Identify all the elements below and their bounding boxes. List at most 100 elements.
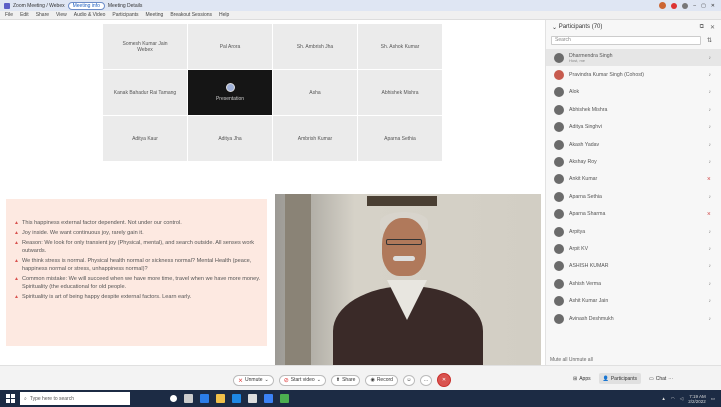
participant-row[interactable]: ASHISH KUMAR ♪: [546, 258, 721, 275]
share-button[interactable]: ⬆ Share: [330, 374, 361, 386]
close-panel-icon[interactable]: ✕: [710, 24, 715, 31]
participant-row[interactable]: Aparna Sharma ⨯: [546, 206, 721, 223]
participant-row[interactable]: Abhishek Mishra ♪: [546, 101, 721, 118]
menu-item[interactable]: Meeting: [146, 12, 164, 18]
mic-icon[interactable]: ♪: [709, 124, 712, 130]
user-avatar[interactable]: [659, 2, 667, 9]
cortana-icon[interactable]: [170, 395, 177, 402]
close-button[interactable]: ✕: [711, 3, 715, 9]
menu-item[interactable]: Participants: [112, 12, 138, 18]
mic-icon[interactable]: ♪: [709, 298, 712, 304]
speaker-glasses: [386, 239, 422, 245]
participant-row[interactable]: Aditya Singhvi ♪: [546, 119, 721, 136]
participant-row[interactable]: Ankit Kumar ⨯: [546, 171, 721, 188]
participant-row[interactable]: Avinash Deshmukh ♪: [546, 310, 721, 327]
more-options-button[interactable]: …: [419, 374, 432, 386]
participant-row[interactable]: Ashish Verma ♪: [546, 275, 721, 292]
edge-icon[interactable]: [200, 394, 209, 403]
video-tile[interactable]: Pal Arora: [188, 24, 272, 69]
video-tile[interactable]: Abhishek Mishra: [358, 70, 442, 115]
notifications-icon[interactable]: ▭: [711, 396, 715, 402]
participant-row[interactable]: Aparna Sethia ♪: [546, 188, 721, 205]
record-button[interactable]: ◉ Record: [365, 374, 398, 386]
mic-icon[interactable]: ♪: [709, 55, 712, 61]
video-tile[interactable]: Asha: [273, 70, 357, 115]
reactions-button[interactable]: ☺: [402, 374, 415, 386]
minimize-button[interactable]: –: [693, 3, 696, 9]
video-tile[interactable]: Aparna Sethia: [358, 116, 442, 161]
maximize-button[interactable]: ▢: [701, 3, 706, 9]
participants-search-input[interactable]: Search: [551, 36, 701, 45]
video-tile[interactable]: Presentation: [188, 70, 272, 115]
start-button[interactable]: [6, 394, 15, 403]
menu-item[interactable]: Help: [219, 12, 229, 18]
participants-button[interactable]: 👤 Participants: [598, 373, 641, 384]
participant-row[interactable]: Arpitya ♪: [546, 223, 721, 240]
mic-icon[interactable]: ♪: [709, 281, 712, 287]
more-icon[interactable]: ⋯: [668, 376, 673, 382]
bullet-point: ▲ This happiness external factor dependen…: [14, 219, 263, 227]
task-view-icon[interactable]: [184, 394, 193, 403]
mail-icon[interactable]: [248, 394, 257, 403]
participants-footer[interactable]: Mute all Unmute all: [550, 357, 593, 363]
chat-button[interactable]: ▭ Chat ⋯: [645, 373, 677, 384]
mic-icon[interactable]: ♪: [709, 316, 712, 322]
menu-item[interactable]: Edit: [20, 12, 29, 18]
video-tile[interactable]: Aditya Kaur: [103, 116, 187, 161]
taskbar-search-input[interactable]: ⌕ Type here to search: [20, 392, 130, 405]
meeting-details-tab[interactable]: Meeting Details: [108, 3, 142, 9]
video-tile[interactable]: Kanak Bahadur Rai Tamang: [103, 70, 187, 115]
video-tile[interactable]: Sh. Ambrish Jha: [273, 24, 357, 69]
meeting-info-tab[interactable]: Meeting info: [67, 1, 105, 10]
participant-row[interactable]: Arpit KV ♪: [546, 240, 721, 257]
mic-icon[interactable]: ♪: [709, 263, 712, 269]
video-tile[interactable]: Ambrish Kumar: [273, 116, 357, 161]
menu-item[interactable]: Audio & Video: [74, 12, 106, 18]
sort-icon[interactable]: ⇅: [707, 37, 712, 44]
participant-name-text: Ankit Kumar: [569, 176, 598, 183]
volume-icon[interactable]: ◁: [680, 396, 683, 402]
clock-date: 2/2/2022: [688, 398, 706, 404]
menu-item[interactable]: Share: [36, 12, 49, 18]
meeting-app-icon[interactable]: [264, 394, 273, 403]
chrome-icon[interactable]: [280, 394, 289, 403]
participant-row[interactable]: Ashit Kumar Jain ♪: [546, 292, 721, 309]
chevron-down-icon[interactable]: ⌄: [552, 24, 559, 31]
network-icon[interactable]: ◠: [671, 396, 675, 402]
participant-row[interactable]: Akshay Roy ♪: [546, 153, 721, 170]
mic-icon[interactable]: ♪: [709, 72, 712, 78]
tray-apps-icon[interactable]: ▲: [661, 396, 665, 401]
participant-row[interactable]: Akash Yadav ♪: [546, 136, 721, 153]
apps-button[interactable]: ⊞ Apps: [569, 373, 595, 384]
start-video-button[interactable]: ⊘ Start video ⌄: [278, 374, 326, 386]
menu-item[interactable]: File: [5, 12, 13, 18]
video-tile[interactable]: Sh. Ashok Kumar: [358, 24, 442, 69]
store-icon[interactable]: [232, 394, 241, 403]
mic-icon[interactable]: ♪: [709, 229, 712, 235]
participant-row[interactable]: Dharmendra Singh Host, me ♪: [546, 49, 721, 67]
participant-name: Alok: [569, 89, 709, 95]
video-tile[interactable]: Somesh Kumar Jain Webex: [103, 24, 187, 69]
mic-icon[interactable]: ♪: [709, 107, 712, 113]
popout-icon[interactable]: ⧉: [700, 24, 704, 31]
mic-icon[interactable]: ♪: [709, 159, 712, 165]
unmute-button[interactable]: ⨯ Unmute ⌄: [233, 374, 274, 386]
clock[interactable]: 7:19 AM 2/2/2022: [688, 394, 706, 404]
mic-icon[interactable]: ♪: [709, 142, 712, 148]
mic-icon[interactable]: ♪: [709, 194, 712, 200]
mic-muted-icon[interactable]: ⨯: [707, 176, 711, 182]
active-speaker-video[interactable]: [275, 194, 541, 365]
leave-meeting-button[interactable]: ✕: [436, 373, 451, 387]
participant-row[interactable]: Alok ♪: [546, 84, 721, 101]
mic-icon[interactable]: ♪: [709, 246, 712, 252]
chevron-down-icon[interactable]: ⌄: [265, 377, 269, 383]
participant-row[interactable]: Pravindra Kumar Singh (Cohost) ♪: [546, 66, 721, 83]
menu-item[interactable]: View: [56, 12, 67, 18]
menu-item[interactable]: Breakout Sessions: [170, 12, 212, 18]
file-explorer-icon[interactable]: [216, 394, 225, 403]
mic-muted-icon[interactable]: ⨯: [707, 211, 711, 217]
participants-header: ⌄ Participants (70) ⧉ ✕: [546, 20, 721, 34]
video-tile[interactable]: Aditya Jha: [188, 116, 272, 161]
mic-icon[interactable]: ♪: [709, 89, 712, 95]
chevron-down-icon[interactable]: ⌄: [317, 377, 321, 383]
